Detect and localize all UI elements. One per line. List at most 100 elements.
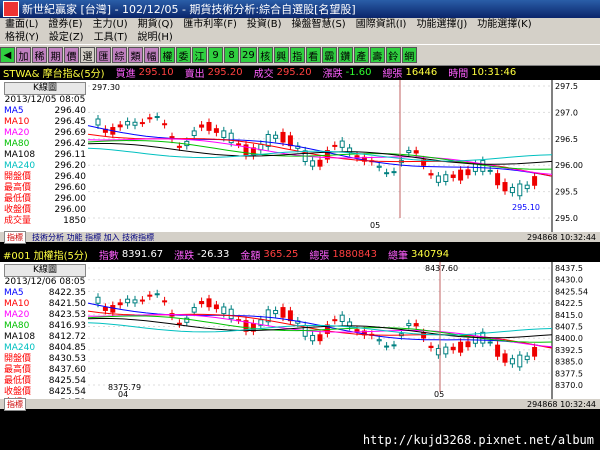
toolbar-button-17[interactable]: 興 [273, 47, 289, 63]
change-value: -1.60 [345, 67, 372, 78]
upper-indicator-button[interactable]: 指標 [4, 230, 26, 244]
lower-high-mark-label: 8437.60 [425, 264, 458, 273]
lower-legend-label: 最低價 [4, 376, 32, 386]
lower-legend-label: 開盤價 [4, 354, 32, 364]
toolbar-button-0[interactable]: ◀ [0, 47, 15, 63]
candle-body [310, 334, 316, 342]
upper-legend-value: 296.11 [54, 150, 87, 160]
toolbar-button-23[interactable]: 壽 [369, 47, 385, 63]
candle-body [502, 353, 508, 363]
menu-item-a-5[interactable]: 投資(B) [242, 18, 287, 31]
toolbar-button-16[interactable]: 核 [257, 47, 273, 63]
menu-item-b-3[interactable]: 說明(H) [133, 31, 178, 44]
lower-legend-row: 最低價 8425.54 [4, 376, 86, 387]
toolbar-button-22[interactable]: 產 [353, 47, 369, 63]
lower-symbol[interactable]: #001 加權指(5分) [3, 247, 88, 262]
upper-legend-value: 296.42 [54, 139, 87, 149]
y-tick-label: 8407.5 [555, 323, 583, 332]
upper-legend-value: 296.60 [54, 183, 87, 193]
menu-item-a-6[interactable]: 操盤智慧(S) [287, 18, 351, 31]
upper-symbol[interactable]: STWA& 摩台指&(5分) [3, 65, 105, 80]
upper-legend-label: MA108 [4, 150, 36, 160]
lower-legend-label: MA80 [4, 321, 30, 331]
lower-legend-row: MA20 8423.53 [4, 310, 86, 321]
time-label: 時間 [448, 69, 469, 80]
menu-item-a-3[interactable]: 期貨(Q) [133, 18, 179, 31]
lower-legend-row: MA108 8412.72 [4, 332, 86, 343]
menu-item-a-2[interactable]: 主力(U) [88, 18, 133, 31]
candle-body [384, 345, 390, 348]
toolbar-button-3[interactable]: 期 [48, 47, 63, 63]
toolbar-button-2[interactable]: 稀 [32, 47, 47, 63]
menu-item-b-1[interactable]: 設定(Z) [44, 31, 89, 44]
upper-chart-panel[interactable]: 297.5 297.0 296.5 296.00 295.5 295.0 297.30 295… [0, 80, 600, 232]
menu-item-a-0[interactable]: 畫面(L) [0, 18, 43, 31]
candle-body [339, 140, 345, 148]
toolbar-button-20[interactable]: 霸 [321, 47, 337, 63]
candle-body [287, 135, 293, 147]
candle-body [236, 143, 242, 146]
toolbar-button-6[interactable]: 匯 [96, 47, 111, 63]
toolbar-button-12[interactable]: 江 [192, 47, 207, 63]
toolbar-button-4[interactable]: 價 [64, 47, 79, 63]
y-tick-label: 297.5 [555, 82, 578, 91]
toolbar-button-5[interactable]: 選 [80, 47, 95, 63]
lower-legend-value: 8430.53 [48, 354, 86, 364]
amount-value: 365.25 [263, 249, 299, 260]
candle-body [332, 319, 338, 322]
lower-quote-bar: #001 加權指(5分) 指數 8391.67 漲跌 -26.33 金額 365… [0, 247, 600, 262]
toolbar-button-10[interactable]: 權 [160, 47, 175, 63]
toolbar-button-24[interactable]: 鈴 [385, 47, 401, 63]
lower-legend-date: 2013/12/06 08:05 [4, 277, 86, 287]
y-tick-label: 297.0 [555, 108, 578, 117]
candle-body [517, 354, 523, 368]
candle-body [132, 121, 138, 126]
lower-legend-label: 收盤價 [4, 387, 32, 397]
menu-item-a-9[interactable]: 功能選擇(K) [472, 18, 536, 31]
toolbar-button-21[interactable]: 鑽 [337, 47, 353, 63]
menu-item-b-2[interactable]: 工具(T) [89, 31, 133, 44]
candle-body [428, 173, 434, 176]
buy-value: 295.10 [138, 67, 174, 78]
toolbar-button-15[interactable]: 29 [240, 47, 257, 63]
candle-body [125, 120, 131, 126]
upper-legend-value: 296.00 [54, 205, 87, 215]
toolbar-button-13[interactable]: 9 [208, 47, 223, 63]
candle-body [213, 304, 219, 310]
upper-legend-row: 成交量 1850 [4, 216, 86, 227]
candle-body [502, 182, 508, 192]
lower-legend-row: 收盤價 8425.54 [4, 387, 86, 398]
lower-kline-tab[interactable]: K線圖 [4, 264, 86, 277]
toolbar-button-9[interactable]: 幅 [144, 47, 159, 63]
candle-body [132, 299, 138, 304]
menu-item-a-4[interactable]: 匯市利率(F) [178, 18, 242, 31]
toolbar-button-14[interactable]: 8 [224, 47, 239, 63]
upper-kline-chart[interactable]: 297.5 297.0 296.5 296.00 295.5 295.0 297.30 295… [0, 80, 600, 232]
toolbar-button-19[interactable]: 看 [305, 47, 321, 63]
candle-body [280, 307, 286, 318]
toolbar-button-7[interactable]: 綜 [112, 47, 127, 63]
candle-body [458, 341, 464, 353]
menu-item-b-0[interactable]: 格視(Y) [0, 31, 44, 44]
lower-indicator-button[interactable]: 指標 [4, 397, 26, 411]
candle-body [450, 346, 456, 351]
toolbar-button-11[interactable]: 委 [176, 47, 191, 63]
candle-body [391, 344, 397, 347]
lower-legend-row: MA240 8404.85 [4, 343, 86, 354]
lower-kline-chart[interactable]: 8437.5 8430.0 8425.54 8422.5 8415.0 8407.5 840… [0, 262, 600, 399]
candle-body [517, 183, 523, 197]
menu-item-a-1[interactable]: 證券(E) [43, 18, 87, 31]
toolbar-button-8[interactable]: 類 [128, 47, 143, 63]
lower-chart-panel[interactable]: 8437.5 8430.0 8425.54 8422.5 8415.0 8407.5 840… [0, 262, 600, 408]
time-value: 10:31:46 [471, 67, 517, 78]
kline-tab[interactable]: K線圖 [4, 82, 86, 95]
toolbar-button-25[interactable]: 網 [401, 47, 417, 63]
toolbar-button-1[interactable]: 加 [16, 47, 31, 63]
volume-value: 16446 [405, 67, 438, 78]
menu-item-a-8[interactable]: 功能選擇(J) [411, 18, 472, 31]
toolbar-button-18[interactable]: 指 [289, 47, 305, 63]
upper-legend-label: MA10 [4, 117, 30, 127]
candle-body [206, 298, 212, 308]
low-mark-label: 295.10 [512, 203, 540, 212]
menu-item-a-7[interactable]: 國際資訊(I) [351, 18, 412, 31]
